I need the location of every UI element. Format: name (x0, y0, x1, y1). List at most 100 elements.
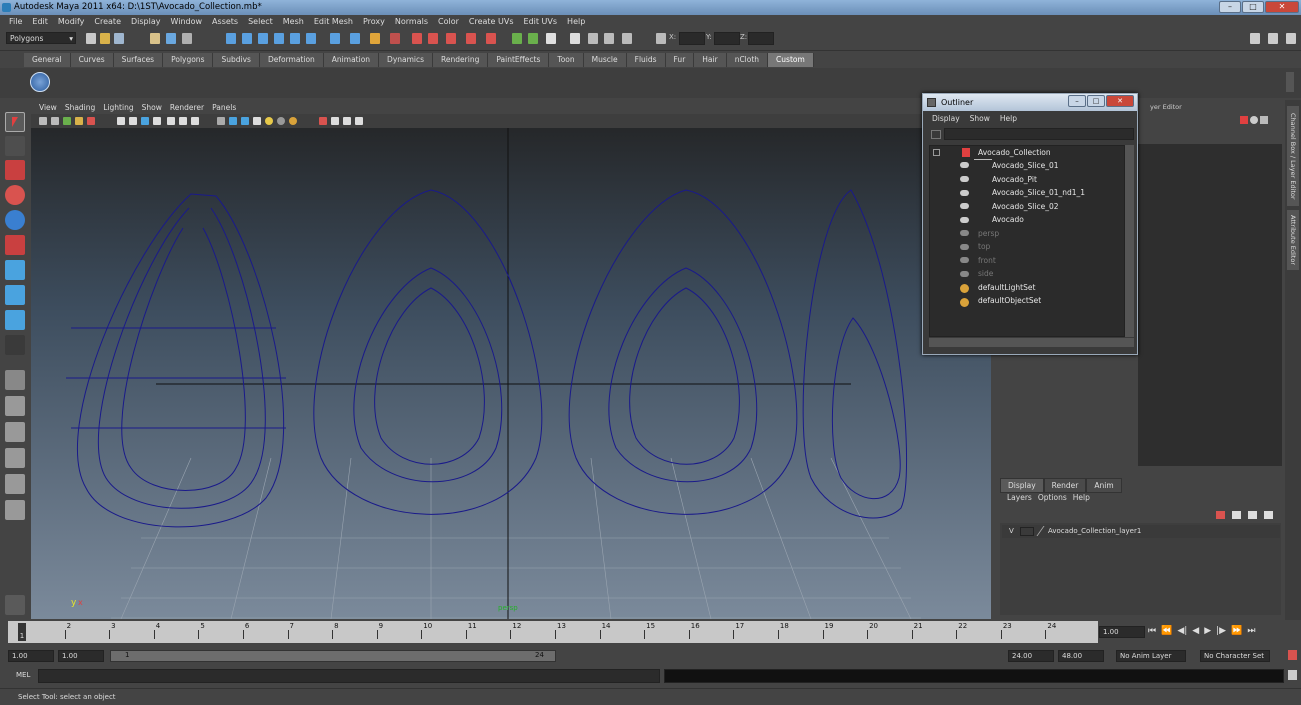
render-icon[interactable] (412, 33, 422, 44)
viewport-menu-renderer[interactable]: Renderer (166, 101, 208, 114)
outliner-item-avocado-slice-02[interactable]: Avocado_Slice_02 (992, 200, 1059, 213)
new-scene-icon[interactable] (86, 33, 96, 44)
outliner-item-avocado-collection[interactable]: Avocado_Collection (978, 146, 1051, 159)
outliner-item-avocado-pit[interactable]: Avocado_Pit (992, 173, 1037, 186)
ipr-render-icon[interactable] (428, 33, 438, 44)
render-settings-icon[interactable] (446, 33, 456, 44)
collapse-icon[interactable] (933, 149, 940, 156)
outliner-menu-display[interactable]: Display (927, 114, 965, 123)
grease-pencil-icon[interactable] (87, 117, 95, 125)
marking-menu-icon[interactable] (622, 33, 632, 44)
play-forward-icon[interactable]: ▶ (1204, 626, 1211, 636)
wireframe-icon[interactable] (217, 117, 225, 125)
layer-tab-display[interactable]: Display (1000, 478, 1044, 493)
layer-template-toggle[interactable] (1020, 527, 1034, 536)
outliner-item-default-light-set[interactable]: defaultLightSet (978, 281, 1035, 294)
outliner-item-avocado-slice-01-nd1-1[interactable]: Avocado_Slice_01_nd1_1 (992, 186, 1085, 199)
start-time-field[interactable]: 1.00 (8, 650, 54, 662)
select-hierarchy-icon[interactable] (150, 33, 160, 44)
maximize-button[interactable]: □ (1242, 1, 1264, 13)
mel-label[interactable]: MEL (16, 671, 30, 679)
save-scene-icon[interactable] (114, 33, 124, 44)
checkmark-shelf-icon[interactable] (30, 72, 50, 92)
settings-icon[interactable] (1260, 116, 1268, 124)
outliner-menu-show[interactable]: Show (965, 114, 995, 123)
scale-tool-icon[interactable] (5, 235, 25, 255)
lock-icon[interactable] (370, 33, 380, 44)
single-perspective-layout-icon[interactable] (5, 370, 25, 390)
layer-visibility-toggle[interactable]: V (1009, 525, 1014, 538)
character-set-dropdown[interactable]: No Character Set (1200, 650, 1270, 662)
new-layer-icon[interactable] (1216, 511, 1225, 519)
layer-tab-render[interactable]: Render (1043, 478, 1087, 493)
film-gate-icon[interactable] (129, 117, 137, 125)
snap-surface-icon[interactable] (290, 33, 300, 44)
outliner-item-avocado-slice-01[interactable]: Avocado_Slice_01 (992, 159, 1059, 172)
channel-options-icon[interactable] (1250, 116, 1258, 124)
outliner-filter-icon[interactable] (931, 130, 941, 139)
snap-point-icon[interactable] (258, 33, 268, 44)
shelf-tab-custom[interactable]: Custom (768, 53, 814, 67)
shelf-tab-fluids[interactable]: Fluids (626, 53, 666, 67)
select-tool-icon[interactable] (5, 112, 25, 132)
wireframe-on-shaded-icon[interactable] (241, 117, 249, 125)
step-forward-frame-icon[interactable]: |▶ (1216, 626, 1226, 636)
outliner-menu-help[interactable]: Help (995, 114, 1022, 123)
playback-start-field[interactable]: 1.00 (58, 650, 104, 662)
grid-icon[interactable] (117, 117, 125, 125)
use-all-lights-icon[interactable] (265, 117, 273, 125)
shelf-tab-rendering[interactable]: Rendering (433, 53, 489, 67)
outliner-item-front[interactable]: front (978, 254, 996, 267)
layer-down-icon[interactable] (1264, 511, 1273, 519)
safe-action-icon[interactable] (179, 117, 187, 125)
layer-menu-options[interactable]: Options (1035, 493, 1070, 502)
shelf-tab-fur[interactable]: Fur (665, 53, 695, 67)
shelf-tab-dynamics[interactable]: Dynamics (379, 53, 434, 67)
persp-graph-layout-icon[interactable] (5, 448, 25, 468)
xray-joints-icon[interactable] (343, 117, 351, 125)
channel-box-tab[interactable]: Channel Box / Layer Editor (1287, 106, 1299, 206)
outliner-item-persp[interactable]: persp (978, 227, 999, 240)
viewport-menu-lighting[interactable]: Lighting (99, 101, 137, 114)
shelf-tab-hair[interactable]: Hair (694, 53, 727, 67)
playback-end-field[interactable]: 24.00 (1008, 650, 1054, 662)
layer-tab-anim[interactable]: Anim (1086, 478, 1122, 493)
viewport-menu-show[interactable]: Show (138, 101, 166, 114)
shelf-tab-curves[interactable]: Curves (70, 53, 114, 67)
perspective-viewport[interactable]: View Shading Lighting Show Renderer Panels (31, 101, 991, 619)
command-input[interactable] (38, 669, 660, 683)
textured-icon[interactable] (253, 117, 261, 125)
shelf-tab-muscle[interactable]: Muscle (583, 53, 627, 67)
go-to-end-icon[interactable]: ⏭ (1247, 626, 1255, 636)
xray-icon[interactable] (331, 117, 339, 125)
resolution-gate-icon[interactable] (141, 117, 149, 125)
move-tool-icon[interactable] (5, 185, 25, 205)
outliner-maximize-button[interactable]: □ (1087, 95, 1105, 107)
image-plane-icon[interactable] (75, 117, 83, 125)
show-manip-icon[interactable] (5, 310, 25, 330)
key-icon[interactable] (1240, 116, 1248, 124)
menu-edit[interactable]: Edit (27, 15, 53, 29)
snap-grid-icon[interactable] (226, 33, 236, 44)
outliner-vertical-scrollbar[interactable] (1125, 145, 1134, 337)
hypershade-icon[interactable] (466, 33, 476, 44)
history-icon[interactable] (330, 33, 340, 44)
shelf-tab-surfaces[interactable]: Surfaces (113, 53, 164, 67)
outliner-close-button[interactable]: ✕ (1106, 95, 1134, 107)
select-component-icon[interactable] (182, 33, 192, 44)
new-layer-selected-icon[interactable] (1232, 511, 1241, 519)
safe-title-icon[interactable] (191, 117, 199, 125)
auto-key-icon[interactable] (1288, 650, 1297, 660)
script-editor-icon[interactable] (1288, 670, 1297, 680)
current-time-marker[interactable]: 1 (18, 623, 26, 641)
range-slider[interactable]: 1 24 (110, 650, 556, 662)
hotbox-icon[interactable] (604, 33, 614, 44)
outliner-horizontal-scrollbar[interactable] (929, 338, 1134, 347)
default-light-icon[interactable] (289, 117, 297, 125)
menu-edit-mesh[interactable]: Edit Mesh (309, 15, 358, 29)
show-tool-settings-icon[interactable] (1268, 33, 1278, 44)
snap-view-icon[interactable] (306, 33, 316, 44)
smooth-shade-icon[interactable] (229, 117, 237, 125)
step-back-frame-icon[interactable]: ◀| (1177, 626, 1187, 636)
persp-outliner-layout-icon[interactable] (5, 422, 25, 442)
